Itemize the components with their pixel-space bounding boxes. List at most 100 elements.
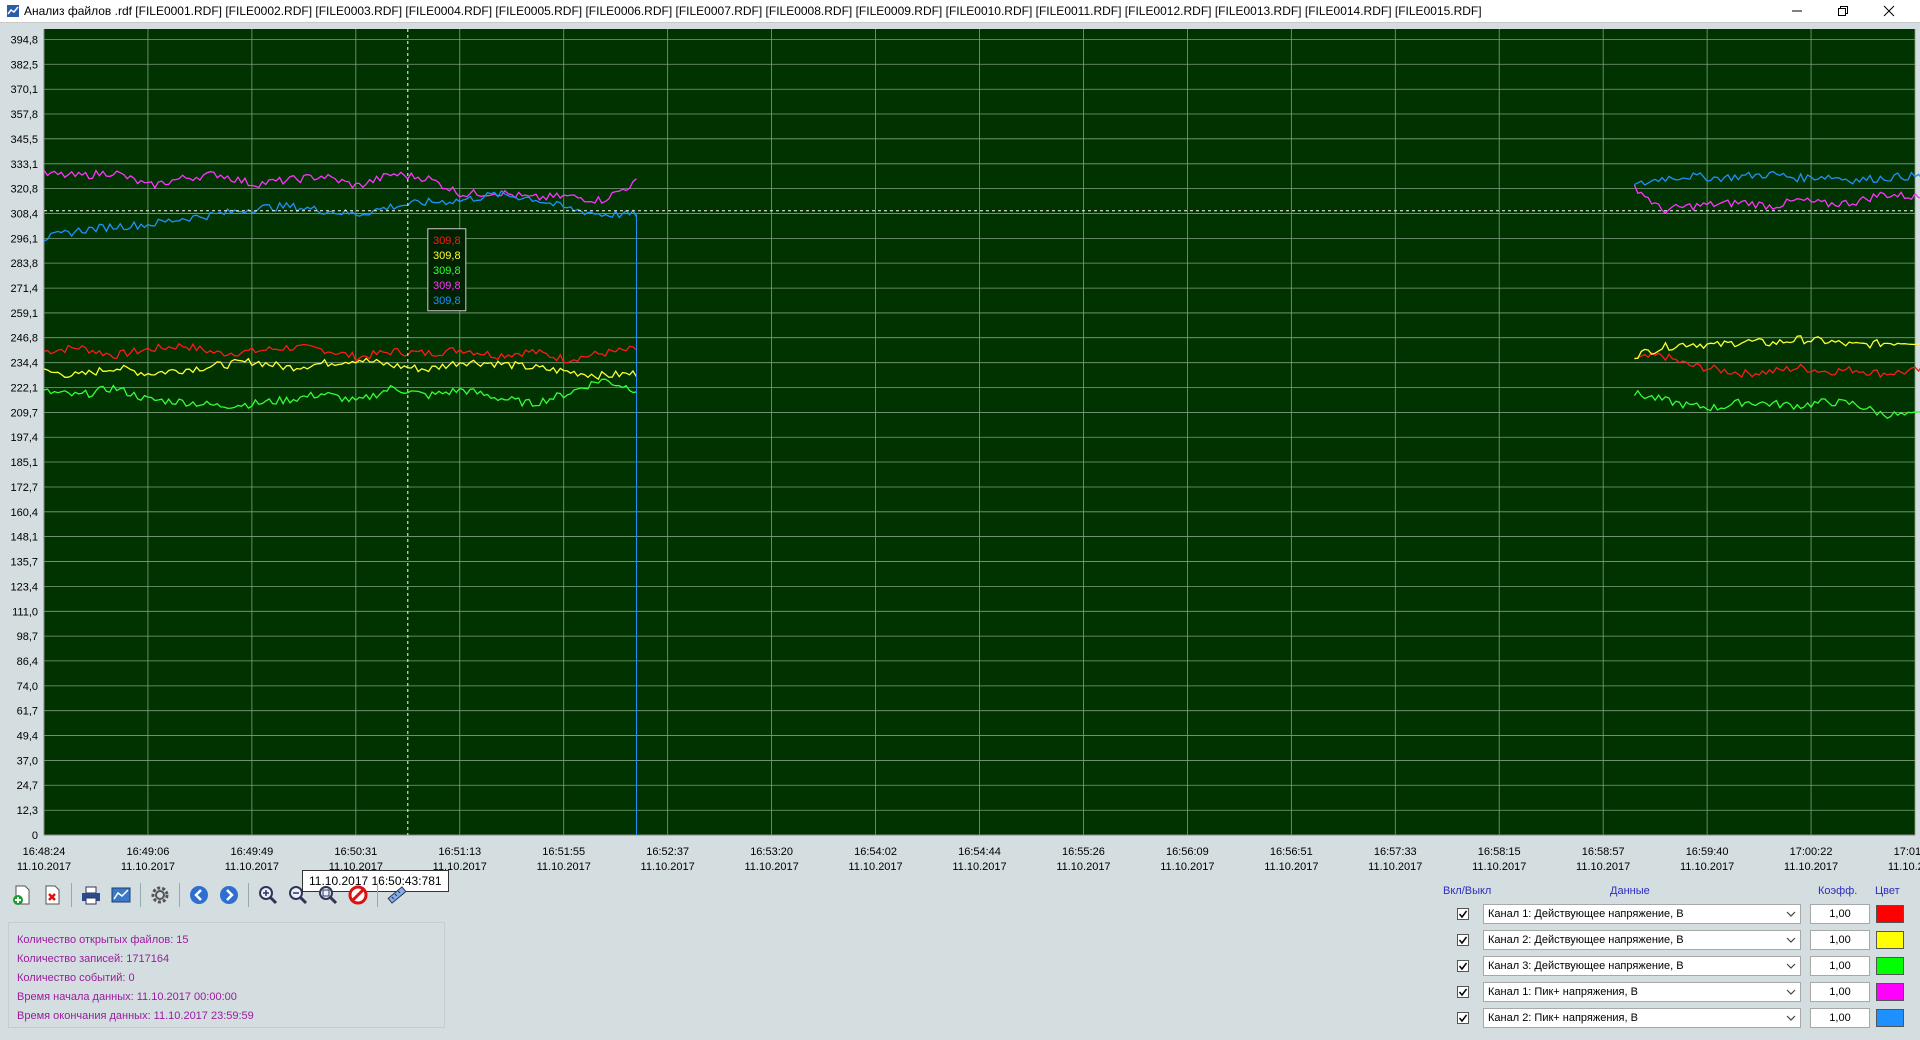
start-time: Время начала данных: 11.10.2017 00:00:00 — [17, 991, 237, 1003]
header-color: Цвет — [1875, 885, 1900, 897]
events-count: Количество событий: 0 — [17, 972, 135, 984]
channel-checkbox[interactable] — [1457, 986, 1469, 998]
y-tick-label: 382,5 — [10, 59, 38, 71]
channel-row: Канал 2: Пик+ напряжения, В 1,00 — [1440, 1006, 1914, 1032]
restore-button[interactable] — [1820, 0, 1866, 22]
cursor-readout-value: 309,8 — [433, 250, 461, 262]
x-tick-date: 11.10.2017 — [1472, 861, 1526, 873]
channel-checkbox[interactable] — [1457, 934, 1469, 946]
add-file-icon — [13, 885, 30, 905]
x-tick-date: 11.10.2017 — [641, 861, 695, 873]
channel-checkbox[interactable] — [1457, 960, 1469, 972]
channel-color-swatch[interactable] — [1876, 957, 1904, 975]
channel-checkbox[interactable] — [1457, 908, 1469, 920]
add-file-button[interactable] — [8, 881, 36, 909]
y-tick-label: 259,1 — [10, 308, 38, 320]
x-tick-date: 11.10.2017 — [952, 861, 1006, 873]
info-panel: Количество открытых файлов: 15 Количеств… — [8, 922, 445, 1028]
voltage-chart[interactable]: 394,8 382,5 370,1 357,8 345,5 333,1 320,8 308,4… — [0, 23, 1920, 876]
channel-data-select[interactable]: Канал 3: Действующее напряжение, В — [1483, 956, 1801, 976]
channel-color-swatch[interactable] — [1876, 983, 1904, 1001]
x-tick-time: 16:52:37 — [646, 846, 689, 858]
y-tick-label: 271,4 — [10, 283, 38, 295]
cursor-readout-value: 309,8 — [433, 280, 461, 292]
zoom-fit-button[interactable] — [314, 881, 342, 909]
channel-koef-input[interactable]: 1,00 — [1810, 904, 1870, 924]
minimize-icon — [1792, 10, 1802, 12]
x-tick-date: 11.10.2017 — [1888, 861, 1920, 873]
channel-data-label: Канал 2: Пик+ напряжения, В — [1488, 1012, 1638, 1024]
header-onoff: Вкл/Выкл — [1443, 885, 1492, 897]
channel-checkbox[interactable] — [1457, 1012, 1469, 1024]
forward-button[interactable] — [215, 881, 243, 909]
title-bar: Анализ файлов .rdf [FILE0001.RDF] [FILE0… — [0, 0, 1920, 23]
channel-koef-input[interactable]: 1,00 — [1810, 930, 1870, 950]
channel-data-select[interactable]: Канал 1: Действующее напряжение, В — [1483, 904, 1801, 924]
channel-koef-input[interactable]: 1,00 — [1810, 982, 1870, 1002]
y-tick-label: 37,0 — [17, 755, 38, 767]
y-tick-label: 61,7 — [17, 706, 38, 718]
cursor-readout-value: 309,8 — [433, 265, 461, 277]
x-tick-date: 11.10.2017 — [1784, 861, 1838, 873]
x-tick-date: 11.10.2017 — [1680, 861, 1734, 873]
y-tick-label: 172,7 — [10, 482, 38, 494]
channel-row: Канал 2: Действующее напряжение, В 1,00 — [1440, 928, 1914, 954]
measure-button[interactable] — [383, 881, 411, 909]
x-tick-time: 16:55:26 — [1062, 846, 1105, 858]
toolbar-separator — [248, 883, 249, 907]
toolbar — [8, 880, 411, 910]
channel-data-select[interactable]: Канал 1: Пик+ напряжения, В — [1483, 982, 1801, 1002]
settings-button[interactable] — [146, 881, 174, 909]
y-tick-label: 148,1 — [10, 532, 38, 544]
y-tick-label: 222,1 — [10, 382, 38, 394]
channels-panel: Вкл/Выкл Данные Коэфф. Цвет Канал 1: Дей… — [1440, 882, 1914, 1032]
channel-row: Канал 1: Действующее напряжение, В 1,00 — [1440, 902, 1914, 928]
restore-icon — [1838, 6, 1848, 16]
y-tick-label: 197,4 — [10, 432, 38, 444]
x-tick-time: 16:54:02 — [854, 846, 897, 858]
x-tick-date: 11.10.2017 — [17, 861, 71, 873]
zoom-reset-button[interactable] — [344, 881, 372, 909]
back-button[interactable] — [185, 881, 213, 909]
export-button[interactable] — [107, 881, 135, 909]
channel-koef-input[interactable]: 1,00 — [1810, 1008, 1870, 1028]
y-tick-label: 308,4 — [10, 209, 38, 221]
header-koef: Коэфф. — [1818, 885, 1858, 897]
channel-data-select[interactable]: Канал 2: Пик+ напряжения, В — [1483, 1008, 1801, 1028]
close-button[interactable] — [1866, 0, 1912, 22]
channel-koef-input[interactable]: 1,00 — [1810, 956, 1870, 976]
channel-data-select[interactable]: Канал 2: Действующее напряжение, В — [1483, 930, 1801, 950]
chevron-down-icon — [1786, 911, 1796, 917]
y-tick-label: 24,7 — [17, 780, 38, 792]
zoom-in-button[interactable] — [254, 881, 282, 909]
minimize-button[interactable] — [1774, 0, 1820, 22]
y-tick-label: 283,8 — [10, 258, 38, 270]
x-tick-time: 16:49:06 — [127, 846, 170, 858]
y-tick-label: 86,4 — [17, 656, 38, 668]
x-tick-date: 11.10.2017 — [1264, 861, 1318, 873]
x-tick-date: 11.10.2017 — [848, 861, 902, 873]
x-tick-time: 16:51:55 — [542, 846, 585, 858]
channel-data-label: Канал 1: Действующее напряжение, В — [1488, 908, 1684, 920]
y-tick-label: 345,5 — [10, 134, 38, 146]
y-tick-label: 333,1 — [10, 159, 38, 171]
y-tick-label: 209,7 — [10, 407, 38, 419]
y-tick-label: 246,8 — [10, 333, 38, 345]
channel-color-swatch[interactable] — [1876, 1009, 1904, 1027]
toolbar-separator — [377, 883, 378, 907]
zoom-out-button[interactable] — [284, 881, 312, 909]
end-time: Время окончания данных: 11.10.2017 23:59… — [17, 1010, 254, 1022]
records-count: Количество записей: 1717164 — [17, 953, 170, 965]
remove-file-button[interactable] — [38, 881, 66, 909]
y-tick-label: 357,8 — [10, 109, 38, 121]
chevron-down-icon — [1786, 937, 1796, 943]
y-tick-label: 111,0 — [12, 606, 38, 618]
y-tick-label: 394,8 — [10, 34, 38, 46]
channel-color-swatch[interactable] — [1876, 931, 1904, 949]
x-tick-time: 16:59:40 — [1686, 846, 1729, 858]
y-tick-label: 135,7 — [10, 557, 38, 569]
chart-area[interactable]: 394,8 382,5 370,1 357,8 345,5 333,1 320,8 308,4… — [0, 23, 1920, 892]
channel-color-swatch[interactable] — [1876, 905, 1904, 923]
x-tick-time: 17:00:22 — [1790, 846, 1833, 858]
print-button[interactable] — [77, 881, 105, 909]
